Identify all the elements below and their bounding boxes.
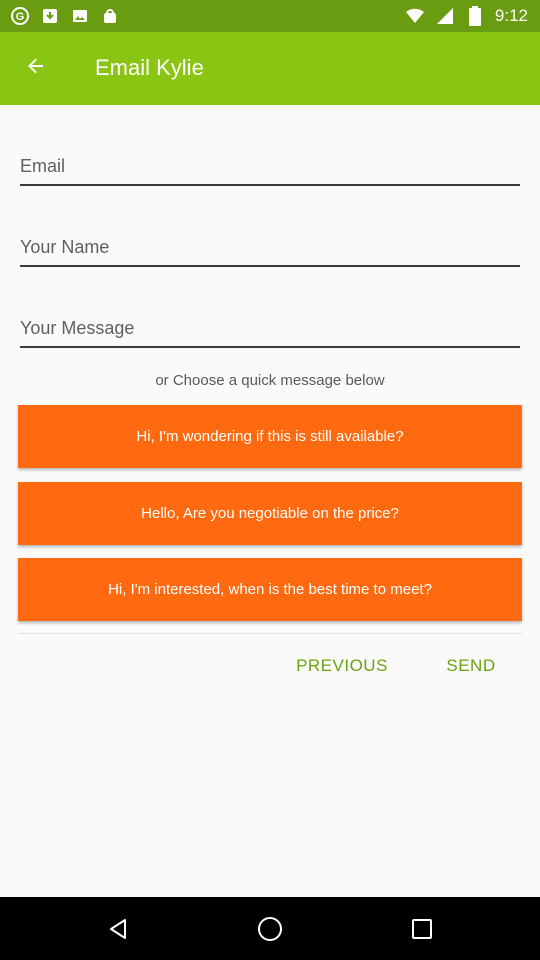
- system-nav-bar: [0, 897, 540, 960]
- download-icon: [40, 6, 60, 26]
- email-field-container: [20, 140, 520, 186]
- bag-icon: [100, 6, 120, 26]
- app-bar: Email Kylie: [0, 32, 540, 105]
- quick-message-label: Hi, I'm wondering if this is still avail…: [136, 428, 404, 445]
- message-field[interactable]: [20, 302, 520, 346]
- back-triangle-icon[interactable]: [104, 915, 132, 943]
- recents-square-icon[interactable]: [408, 915, 436, 943]
- name-field-container: [20, 221, 520, 267]
- svg-text:G: G: [16, 11, 25, 23]
- quick-message-button-meet[interactable]: Hi, I'm interested, when is the best tim…: [18, 558, 522, 621]
- quick-message-hint: or Choose a quick message below: [155, 372, 385, 389]
- battery-icon: [465, 6, 485, 26]
- google-icon: G: [10, 6, 30, 26]
- signal-icon: [435, 6, 455, 26]
- status-notifications: G: [10, 6, 120, 26]
- back-button[interactable]: [12, 44, 60, 92]
- status-time: 9:12: [494, 6, 528, 25]
- message-field-container: [20, 302, 520, 348]
- email-field[interactable]: [20, 140, 520, 184]
- arrow-left-icon: [27, 57, 45, 80]
- quick-message-button-negotiable[interactable]: Hello, Are you negotiable on the price?: [18, 482, 522, 545]
- quick-message-label: Hello, Are you negotiable on the price?: [141, 505, 399, 522]
- image-icon: [70, 6, 90, 26]
- name-field[interactable]: [20, 221, 520, 265]
- divider: [18, 633, 522, 634]
- status-bar: G 9:12: [0, 0, 540, 32]
- wifi-icon: [405, 6, 425, 26]
- send-button[interactable]: SEND: [440, 650, 502, 682]
- previous-button[interactable]: PREVIOUS: [290, 650, 394, 682]
- quick-message-button-available[interactable]: Hi, I'm wondering if this is still avail…: [18, 405, 522, 468]
- status-system: 9:12: [405, 5, 528, 27]
- page-title: Email Kylie: [95, 55, 204, 80]
- home-circle-icon[interactable]: [256, 915, 284, 943]
- quick-message-label: Hi, I'm interested, when is the best tim…: [108, 581, 432, 598]
